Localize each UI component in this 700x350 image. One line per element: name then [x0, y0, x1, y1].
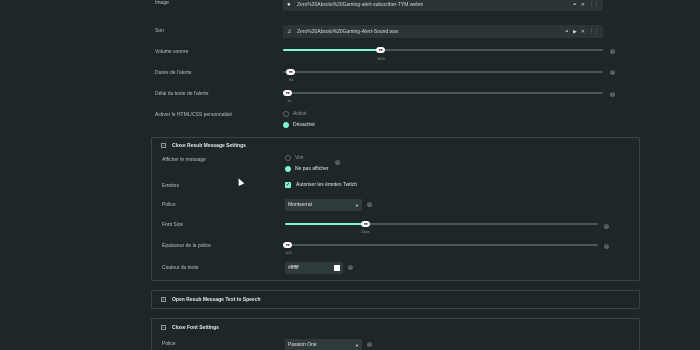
font-settings-font-select[interactable]: Passion One ▼: [285, 339, 362, 350]
font-settings-font-label: Police: [162, 341, 176, 347]
font-size-slider-fill: [285, 223, 366, 225]
music-note-icon: ♫: [287, 28, 292, 35]
show-message-show-label[interactable]: Voir: [295, 155, 304, 161]
text-delay-value: 1s: [287, 98, 292, 103]
show-message-show-radio[interactable]: [285, 155, 291, 161]
collapse-icon[interactable]: −: [161, 143, 166, 148]
custom-html-label: Activer le HTML/CSS personnalisé: [155, 112, 232, 118]
font-weight-slider-thumb[interactable]: ●●: [283, 242, 292, 248]
help-icon[interactable]: ?: [348, 265, 353, 270]
help-icon[interactable]: ?: [604, 244, 609, 249]
image-label: Image: [155, 0, 169, 6]
image-file-name: Zero%20Absolu%20Gaming-alert-subscriber-…: [297, 1, 424, 8]
font-settings-font-value: Passion One: [288, 342, 317, 348]
alert-duration-value: 9s: [289, 77, 294, 82]
emotes-checkbox[interactable]: ✓: [285, 182, 291, 188]
sound-label: Son: [155, 28, 164, 34]
help-icon[interactable]: ?: [367, 202, 372, 207]
show-message-label: Afficher le message: [162, 157, 206, 163]
font-label: Police: [162, 202, 176, 208]
custom-html-on-radio[interactable]: [283, 111, 289, 117]
close-icon[interactable]: ✕: [581, 2, 585, 8]
close-icon[interactable]: ✕: [581, 29, 585, 35]
font-weight-value: 100: [285, 250, 292, 255]
text-color-label: Couleur du texte: [162, 265, 199, 271]
alert-duration-label: Durée de l'alerte: [155, 70, 192, 76]
text-delay-slider-track[interactable]: [283, 92, 603, 94]
help-icon[interactable]: ?: [367, 342, 372, 347]
help-icon[interactable]: ?: [335, 160, 340, 165]
tts-title[interactable]: Open Resub Message Text to Speech: [172, 297, 261, 303]
grid-icon[interactable]: ⋮⋮: [589, 29, 599, 35]
volume-label: Volume sonore: [155, 49, 189, 55]
alert-duration-slider-thumb[interactable]: ●●: [286, 69, 295, 75]
custom-html-off-label[interactable]: Désactivé: [293, 122, 315, 128]
font-select-value: Montserrat: [288, 202, 312, 208]
help-icon[interactable]: ?: [610, 70, 615, 75]
text-delay-slider-thumb[interactable]: ●●: [283, 90, 292, 96]
show-message-hide-label[interactable]: Ne pas afficher: [295, 166, 329, 172]
text-delay-label: Délai du texte de l'alerte: [155, 91, 209, 97]
volume-slider-thumb[interactable]: ●●: [376, 47, 385, 53]
volume-value: 35%: [377, 56, 386, 61]
sound-file-field[interactable]: ♫ Zero%20Absolu%20Gaming-Alert-Sound.wav…: [283, 25, 603, 38]
chevron-down-icon: ▼: [355, 342, 359, 348]
font-size-slider-thumb[interactable]: ●●: [361, 221, 370, 227]
text-color-value: #ffffff: [288, 265, 299, 271]
emotes-checkbox-label[interactable]: Autoriser les émotes Twitch: [296, 182, 357, 188]
custom-html-on-label[interactable]: Activé: [293, 111, 307, 117]
play-icon[interactable]: ▶: [573, 29, 577, 35]
volume-slider-fill: [283, 49, 380, 51]
font-select[interactable]: Montserrat ▼: [285, 199, 362, 211]
font-settings-title[interactable]: Close Font Settings: [172, 325, 219, 331]
resub-message-panel: [151, 137, 640, 281]
resub-message-title[interactable]: Close Resub Message Settings: [172, 143, 246, 149]
link-icon[interactable]: ⚭: [573, 2, 577, 8]
help-icon[interactable]: ?: [604, 224, 609, 229]
chevron-down-icon: ▼: [355, 202, 359, 208]
font-size-label: Font Size: [162, 222, 184, 228]
grid-icon[interactable]: ⋮⋮: [589, 2, 599, 8]
text-color-input[interactable]: #ffffff: [285, 262, 343, 274]
font-weight-label: Épaisseur de la police: [162, 243, 211, 249]
sound-file-name: Zero%20Absolu%20Gaming-Alert-Sound.wav: [297, 28, 399, 35]
font-settings-panel: [151, 318, 640, 350]
help-icon[interactable]: ?: [610, 92, 615, 97]
expand-icon[interactable]: +: [161, 297, 166, 302]
alert-duration-slider-track[interactable]: [283, 71, 603, 73]
link-icon[interactable]: ⚭: [565, 29, 569, 35]
collapse-icon[interactable]: −: [161, 325, 166, 330]
font-size-value: 24px: [361, 229, 370, 234]
help-icon[interactable]: ?: [610, 49, 615, 54]
font-weight-slider-track[interactable]: [285, 244, 598, 246]
emotes-label: Emotes: [162, 183, 179, 189]
show-message-hide-radio[interactable]: [285, 166, 291, 172]
info-icon: ●: [287, 1, 291, 8]
custom-html-off-radio[interactable]: [283, 122, 289, 128]
image-file-field[interactable]: ● Zero%20Absolu%20Gaming-alert-subscribe…: [283, 0, 603, 11]
color-swatch[interactable]: [334, 265, 340, 271]
